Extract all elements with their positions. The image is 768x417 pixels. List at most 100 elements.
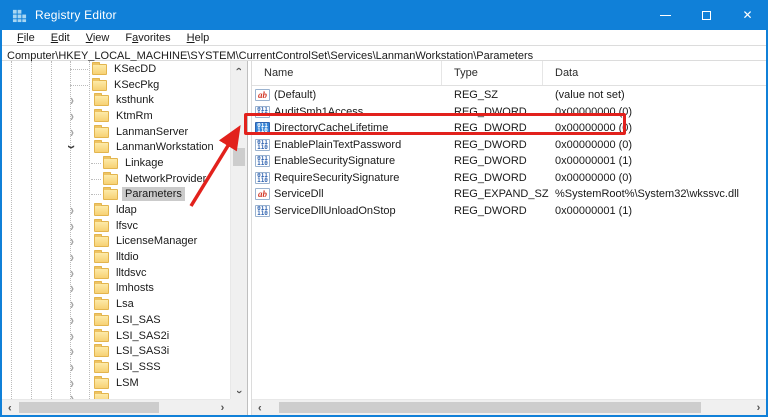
tree-item-lsi-sas[interactable]: › LSI_SAS — [2, 312, 230, 328]
scroll-right-button[interactable]: › — [751, 400, 766, 415]
scrollbar-track[interactable] — [267, 400, 751, 415]
registry-value-row[interactable]: ab ServiceDll REG_EXPAND_SZ %SystemRoot%\… — [252, 186, 766, 203]
registry-value-row[interactable]: 011 110 EnablePlainTextPassword REG_DWORD … — [252, 137, 766, 154]
chevron-left-icon: › — [7, 401, 12, 414]
menu-edit[interactable]: Edit — [43, 32, 78, 44]
scroll-left-button[interactable]: › — [252, 400, 267, 415]
tree-item-lfsvc[interactable]: › lfsvc — [2, 218, 230, 234]
chevron-right-icon[interactable]: › — [64, 124, 80, 140]
tree-item-lmhosts[interactable]: › lmhosts — [2, 281, 230, 297]
tree-item-linkage[interactable]: Linkage — [2, 155, 230, 171]
string-value-icon: ab — [255, 89, 270, 102]
dword-value-icon: 011 110 — [255, 155, 270, 168]
column-header-data[interactable]: Data — [543, 61, 766, 85]
chevron-right-icon[interactable]: › — [64, 234, 80, 250]
chevron-right-icon[interactable]: › — [64, 281, 80, 297]
scroll-up-button[interactable]: › — [231, 61, 247, 76]
tree-item-ldap[interactable]: › ldap — [2, 202, 230, 218]
chevron-right-icon[interactable]: › — [64, 202, 80, 218]
registry-value-row-highlighted[interactable]: 011 110 DirectoryCacheLifetime REG_DWORD 0… — [252, 120, 766, 137]
tree-item-lsa[interactable]: › Lsa — [2, 296, 230, 312]
chevron-right-icon[interactable]: › — [64, 312, 80, 328]
chevron-right-icon[interactable]: › — [64, 343, 80, 359]
tree-item-ksecpkg[interactable]: KSecPkg — [2, 77, 230, 93]
scrollbar-thumb[interactable] — [279, 402, 701, 413]
tree-horizontal-scrollbar[interactable]: › › — [2, 399, 230, 415]
chevron-right-icon[interactable]: › — [64, 328, 80, 344]
folder-icon — [94, 108, 109, 122]
close-button[interactable]: ✕ — [727, 0, 768, 30]
chevron-right-icon[interactable]: › — [64, 92, 80, 108]
maximize-button[interactable] — [686, 0, 727, 30]
tree-item-label: LicenseManager — [116, 235, 198, 248]
maximize-icon — [702, 10, 711, 20]
value-type: REG_DWORD — [454, 122, 527, 135]
tree-item-partial[interactable]: › — [2, 390, 230, 399]
menu-file[interactable]: File — [9, 32, 43, 44]
tree-item-label: ldap — [116, 204, 137, 217]
chevron-right-icon[interactable]: › — [64, 108, 80, 124]
chevron-right-icon[interactable]: › — [64, 359, 80, 375]
scroll-left-button[interactable]: › — [2, 400, 17, 415]
menu-favorites[interactable]: Favorites — [117, 32, 178, 44]
scrollbar-track[interactable] — [231, 76, 247, 384]
registry-value-row[interactable]: 011 110 ServiceDllUnloadOnStop REG_DWORD 0… — [252, 203, 766, 220]
tree-item-ksecdd[interactable]: KSecDD — [2, 61, 230, 77]
registry-value-row[interactable]: ab (Default) REG_SZ (value not set) — [252, 87, 766, 104]
tree-item-label: lmhosts — [116, 282, 154, 295]
chevron-right-icon[interactable]: › — [64, 375, 80, 391]
value-name: AuditSmb1Access — [274, 105, 364, 118]
tree-item-lanmanworkstation[interactable]: › LanmanWorkstation — [2, 139, 230, 155]
tree-item-parameters[interactable]: Parameters — [2, 187, 230, 203]
folder-icon — [94, 344, 109, 358]
chevron-right-icon[interactable]: › — [64, 296, 80, 312]
menu-view[interactable]: View — [78, 32, 118, 44]
value-name: EnableSecuritySignature — [274, 155, 396, 168]
tree-item-networkprovider[interactable]: NetworkProvider — [2, 171, 230, 187]
value-name: ServiceDll — [274, 188, 324, 201]
registry-value-row[interactable]: 011 110 AuditSmb1Access REG_DWORD 0x000000… — [252, 104, 766, 121]
tree-item-lanmanserver[interactable]: › LanmanServer — [2, 124, 230, 140]
tree-item-lsi-sas2i[interactable]: › LSI_SAS2i — [2, 328, 230, 344]
minimize-button[interactable] — [645, 0, 686, 30]
scrollbar-thumb[interactable] — [233, 148, 245, 166]
menu-help[interactable]: Help — [179, 32, 218, 44]
tree-item-licensemanager[interactable]: › LicenseManager — [2, 234, 230, 250]
tree-item-ksthunk[interactable]: › ksthunk — [2, 92, 230, 108]
tree-item-label-selected: Parameters — [122, 187, 185, 202]
column-header-name[interactable]: Name — [252, 61, 442, 85]
tree-item-lltdsvc[interactable]: › lltdsvc — [2, 265, 230, 281]
tree-item-lsm[interactable]: › LSM — [2, 375, 230, 391]
chevron-right-icon[interactable]: › — [64, 249, 80, 265]
minimize-icon — [660, 14, 671, 16]
chevron-down-icon: › — [232, 389, 245, 394]
tree-item-lsi-sas3i[interactable]: › LSI_SAS3i — [2, 343, 230, 359]
value-type: REG_DWORD — [454, 138, 527, 151]
registry-value-row[interactable]: 011 110 EnableSecuritySignature REG_DWORD … — [252, 153, 766, 170]
chevron-right-icon[interactable]: › — [64, 390, 80, 399]
folder-icon — [94, 140, 109, 154]
value-type: REG_DWORD — [454, 204, 527, 217]
tree-item-label: lltdio — [116, 251, 139, 264]
folder-icon — [94, 312, 109, 326]
column-header-type[interactable]: Type — [442, 61, 543, 85]
value-type: REG_DWORD — [454, 155, 527, 168]
scrollbar-track[interactable] — [17, 400, 215, 415]
scrollbar-thumb[interactable] — [19, 402, 159, 413]
tree-vertical-scrollbar[interactable]: › › — [230, 61, 247, 399]
tree-item-lsi-sss[interactable]: › LSI_SSS — [2, 359, 230, 375]
folder-icon — [94, 265, 109, 279]
list-horizontal-scrollbar[interactable]: › › — [252, 399, 766, 415]
scroll-right-button[interactable]: › — [215, 400, 230, 415]
folder-icon — [103, 171, 118, 185]
scroll-down-button[interactable]: › — [231, 384, 247, 399]
chevron-right-icon[interactable]: › — [64, 265, 80, 281]
chevron-down-icon[interactable]: › — [63, 139, 81, 155]
tree-item-ktmrm[interactable]: › KtmRm — [2, 108, 230, 124]
chevron-right-icon[interactable]: › — [64, 218, 80, 234]
registry-editor-window: Registry Editor ✕ File Edit View Favorit… — [0, 0, 768, 417]
registry-value-row[interactable]: 011 110 RequireSecuritySignature REG_DWORD… — [252, 170, 766, 187]
value-type: REG_SZ — [454, 89, 499, 102]
folder-icon — [94, 234, 109, 248]
tree-item-lltdio[interactable]: › lltdio — [2, 249, 230, 265]
